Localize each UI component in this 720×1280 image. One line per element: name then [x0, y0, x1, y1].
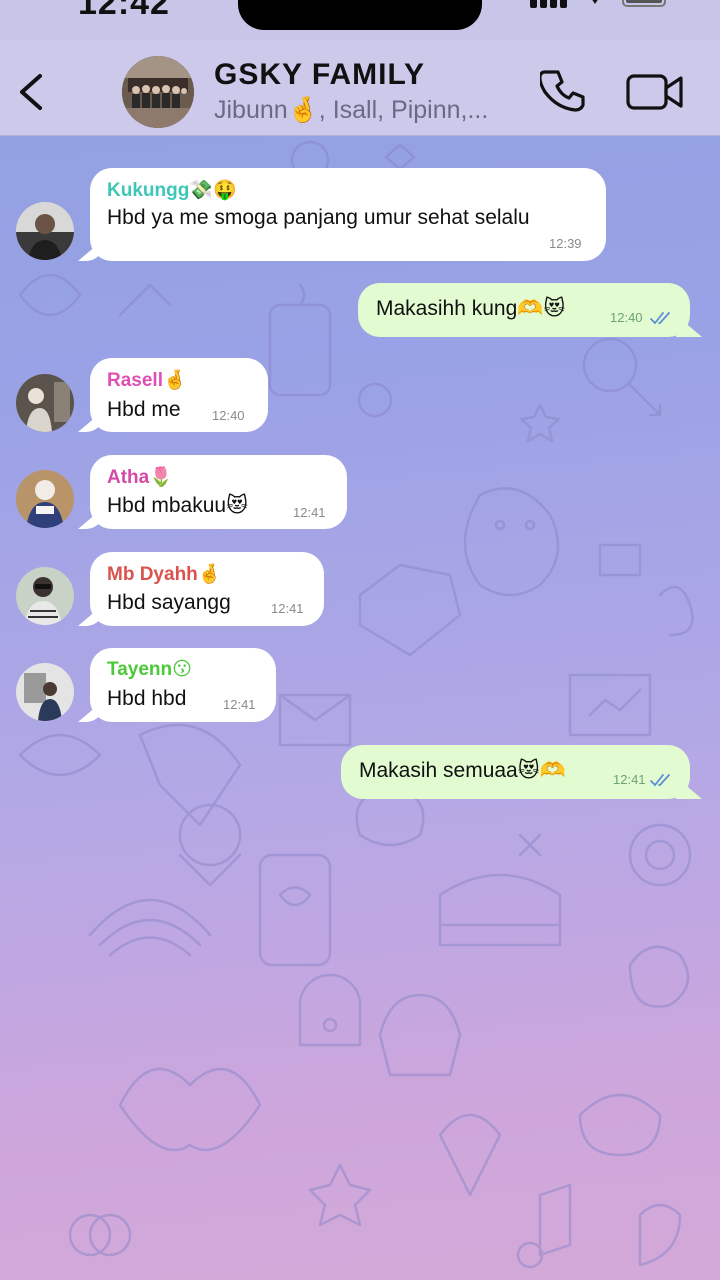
message-bubble-incoming[interactable]: Rasell🤞 Hbd me 12:40 — [90, 358, 268, 432]
sender-avatar[interactable] — [16, 567, 74, 625]
sender-avatar[interactable] — [16, 663, 74, 721]
sender-name: Tayenn😗 — [107, 659, 192, 680]
message-time: 12:41 — [613, 772, 646, 787]
status-bar: 12:42 — [0, 0, 720, 40]
message-bubble-incoming[interactable]: Kukungg💸🤑 Hbd ya me smoga panjang umur s… — [90, 168, 606, 261]
message-bubble-outgoing[interactable]: Makasih semuaa😻🫶 12:41 — [341, 745, 690, 799]
message-time: 12:41 — [223, 697, 256, 712]
back-icon[interactable] — [14, 70, 50, 114]
message-text: Hbd me — [107, 398, 181, 421]
group-avatar[interactable] — [122, 56, 194, 128]
sender-avatar[interactable] — [16, 202, 74, 260]
message-time: 12:41 — [293, 505, 326, 520]
dynamic-island — [238, 0, 482, 30]
message-text: Hbd mbakuu😻 — [107, 494, 248, 517]
message-time: 12:40 — [212, 408, 245, 423]
message-bubble-incoming[interactable]: Atha🌷 Hbd mbakuu😻 12:41 — [90, 455, 347, 529]
status-time: 12:42 — [78, 0, 170, 22]
double-check-icon — [650, 774, 670, 787]
wifi-icon — [592, 0, 598, 4]
group-title[interactable]: GSKY FAMILY — [214, 58, 425, 92]
phone-icon[interactable] — [540, 68, 586, 114]
group-members-subtitle[interactable]: Jibunn🤞, Isall, Pipinn,... — [214, 96, 488, 125]
sender-name: Rasell🤞 — [107, 370, 187, 391]
sender-name: Mb Dyahh🤞 — [107, 564, 222, 585]
message-time: 12:39 — [549, 236, 582, 251]
message-text: Makasih semuaa😻🫶 — [359, 759, 566, 782]
battery-icon — [622, 0, 666, 7]
message-bubble-incoming[interactable]: Tayenn😗 Hbd hbd 12:41 — [90, 648, 276, 722]
sender-avatar[interactable] — [16, 374, 74, 432]
sender-avatar[interactable] — [16, 470, 74, 528]
message-text: Makasihh kung🫶😻 — [376, 297, 566, 320]
video-camera-icon[interactable] — [626, 72, 684, 112]
message-bubble-incoming[interactable]: Mb Dyahh🤞 Hbd sayangg 12:41 — [90, 552, 324, 626]
message-time: 12:40 — [610, 310, 643, 325]
sender-name: Atha🌷 — [107, 467, 173, 488]
message-bubble-outgoing[interactable]: Makasihh kung🫶😻 12:40 — [358, 283, 690, 337]
message-text: Hbd ya me smoga panjang umur sehat selal… — [107, 206, 530, 229]
message-time: 12:41 — [271, 601, 304, 616]
double-check-icon — [650, 312, 670, 325]
message-text: Hbd hbd — [107, 687, 187, 710]
message-text: Hbd sayangg — [107, 591, 231, 614]
sender-name: Kukungg💸🤑 — [107, 180, 237, 201]
chat-header: GSKY FAMILY Jibunn🤞, Isall, Pipinn,... — [0, 40, 720, 136]
signal-icon — [530, 0, 567, 8]
